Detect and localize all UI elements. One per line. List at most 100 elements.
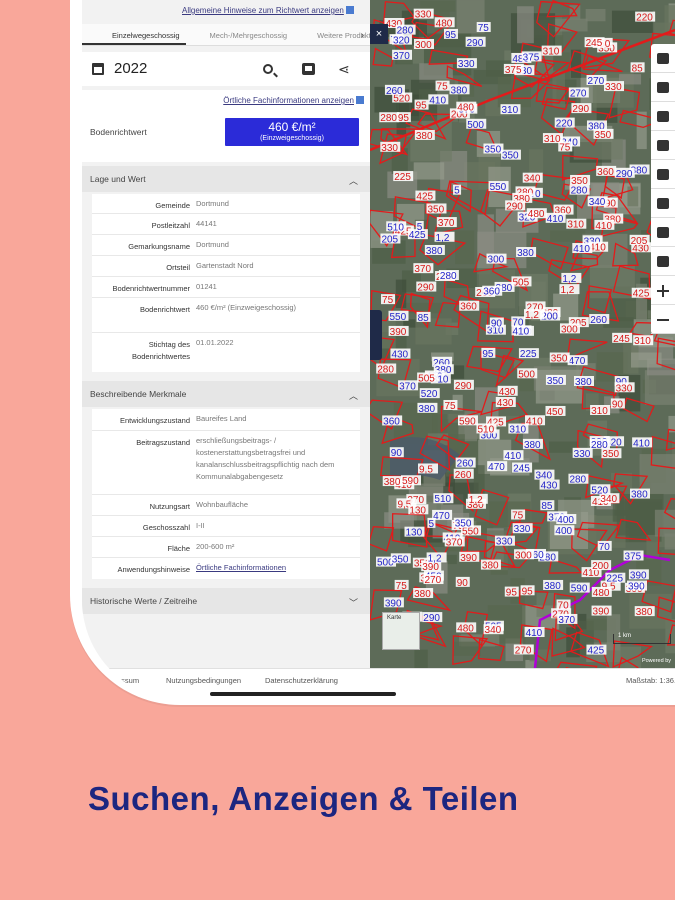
value-label[interactable]: 320 — [393, 36, 410, 47]
value-label[interactable]: 280 — [380, 113, 397, 124]
search-icon[interactable] — [263, 64, 273, 74]
value-label[interactable]: 70 — [512, 317, 524, 328]
value-label[interactable]: 1,2 — [562, 274, 576, 285]
value-label[interactable]: 380 — [384, 477, 401, 488]
value-label[interactable]: 225 — [606, 574, 623, 585]
value-label[interactable]: 5 — [454, 186, 460, 197]
value-label[interactable]: 480 — [436, 18, 453, 29]
value-label[interactable]: 370 — [393, 51, 410, 62]
map-canvas[interactable]: 280 90 290 290 270 1,2 260 310 300 270 95 520 245 90 8… — [370, 0, 675, 668]
value-label[interactable]: 350 — [427, 204, 444, 215]
value-label[interactable]: 410 — [633, 438, 650, 449]
value-label[interactable]: 380 — [416, 131, 433, 142]
value-label[interactable]: 370 — [399, 381, 416, 392]
impressum-link[interactable]: Impressum — [102, 676, 139, 685]
value-label[interactable]: 330 — [574, 449, 591, 460]
value-label[interactable]: 375 — [505, 65, 522, 76]
value-label[interactable]: 95 — [416, 101, 428, 112]
calendar-icon[interactable] — [92, 63, 104, 75]
local-info-row-link[interactable]: Örtliche Fachinformationen — [196, 562, 356, 574]
value-label[interactable]: 360 — [483, 287, 500, 298]
value-label[interactable]: 130 — [409, 505, 426, 516]
value-label[interactable]: 370 — [438, 218, 455, 229]
value-label[interactable]: 75 — [382, 295, 394, 306]
value-label[interactable]: 425 — [587, 646, 604, 657]
value-label[interactable]: 400 — [557, 515, 574, 526]
terms-link[interactable]: Nutzungsbedingungen — [166, 676, 241, 685]
value-label[interactable]: 500 — [518, 369, 535, 380]
value-label[interactable]: 300 — [561, 324, 578, 335]
value-label[interactable]: 380 — [418, 404, 435, 415]
value-label[interactable]: 350 — [551, 354, 568, 365]
share-icon[interactable]: ⋖ — [338, 62, 350, 76]
close-icon[interactable]: × — [370, 24, 388, 44]
value-label[interactable]: 480 — [528, 209, 545, 220]
value-label[interactable]: 220 — [556, 119, 573, 130]
value-label[interactable]: 280 — [569, 475, 586, 486]
section-lage-header[interactable]: Lage und Wert ︿ — [82, 166, 370, 192]
value-label[interactable]: 260 — [457, 459, 474, 470]
value-label[interactable]: 290 — [455, 381, 472, 392]
value-label[interactable]: 520 — [591, 485, 608, 496]
value-label[interactable]: 225 — [520, 349, 537, 360]
value-label[interactable]: 390 — [593, 607, 610, 618]
print-icon[interactable] — [302, 63, 315, 75]
value-label[interactable]: 410 — [573, 244, 590, 255]
value-label[interactable]: 370 — [558, 615, 575, 626]
value-label[interactable]: 340 — [524, 174, 541, 185]
value-label[interactable]: 380 — [414, 589, 431, 600]
value-label[interactable]: 330 — [616, 383, 633, 394]
globe-button[interactable] — [651, 218, 675, 247]
basemap-switcher[interactable]: Karte — [382, 612, 420, 650]
value-label[interactable]: 590 — [459, 416, 476, 427]
value-label[interactable]: 70 — [599, 542, 611, 553]
value-label[interactable]: 510 — [477, 424, 494, 435]
value-label[interactable]: 310 — [544, 134, 561, 145]
value-label[interactable]: 310 — [591, 406, 608, 417]
value-label[interactable]: 85 — [541, 501, 553, 512]
measure-button[interactable] — [651, 131, 675, 160]
value-label[interactable]: 75 — [396, 581, 408, 592]
value-label[interactable]: 360 — [460, 302, 477, 313]
value-label[interactable]: 95 — [398, 113, 410, 124]
value-label[interactable]: 280 — [591, 440, 608, 451]
value-label[interactable]: 350 — [455, 519, 472, 530]
value-label[interactable]: 380 — [451, 85, 468, 96]
value-label[interactable]: 225 — [394, 172, 411, 183]
bookmark-button[interactable] — [651, 160, 675, 189]
value-label[interactable]: 350 — [547, 376, 564, 387]
value-label[interactable]: 410 — [526, 416, 543, 427]
map-view[interactable]: 280 90 290 290 270 1,2 260 310 300 270 95 520 245 90 8… — [370, 0, 675, 668]
value-label[interactable]: 450 — [547, 407, 564, 418]
list-button[interactable] — [651, 73, 675, 102]
value-label[interactable]: 75 — [478, 23, 490, 34]
value-label[interactable]: 380 — [482, 561, 499, 572]
value-label[interactable]: 245 — [613, 334, 630, 345]
value-label[interactable]: 350 — [484, 145, 501, 156]
value-label[interactable]: 390 — [390, 327, 407, 338]
value-label[interactable]: 430 — [541, 481, 558, 492]
value-label[interactable]: 290 — [417, 283, 434, 294]
value-label[interactable]: 1,2 — [525, 310, 539, 321]
value-label[interactable]: 520 — [421, 389, 438, 400]
value-label[interactable]: 470 — [433, 511, 450, 522]
value-label[interactable]: 300 — [515, 550, 532, 561]
value-label[interactable]: 410 — [547, 214, 564, 225]
tab-einzelwegeschossig[interactable]: Einzelwegeschossig — [82, 24, 186, 45]
value-label[interactable]: 90 — [491, 318, 503, 329]
value-label[interactable]: 310 — [509, 425, 526, 436]
panel-resize-handle[interactable] — [370, 310, 382, 360]
value-label[interactable]: 290 — [467, 38, 484, 49]
value-label[interactable]: 380 — [544, 581, 561, 592]
year-value[interactable]: 2022 — [114, 60, 147, 77]
menu-button[interactable] — [651, 102, 675, 131]
value-label[interactable]: 330 — [496, 537, 513, 548]
value-label[interactable]: 380 — [631, 490, 648, 501]
value-label[interactable]: 380 — [426, 246, 443, 257]
value-label[interactable]: 85 — [632, 63, 644, 74]
value-label[interactable]: 340 — [589, 197, 606, 208]
value-label[interactable]: 270 — [588, 76, 605, 87]
value-label[interactable]: 90 — [612, 399, 624, 410]
value-label[interactable]: 290 — [616, 169, 633, 180]
value-label[interactable]: 75 — [512, 511, 524, 522]
